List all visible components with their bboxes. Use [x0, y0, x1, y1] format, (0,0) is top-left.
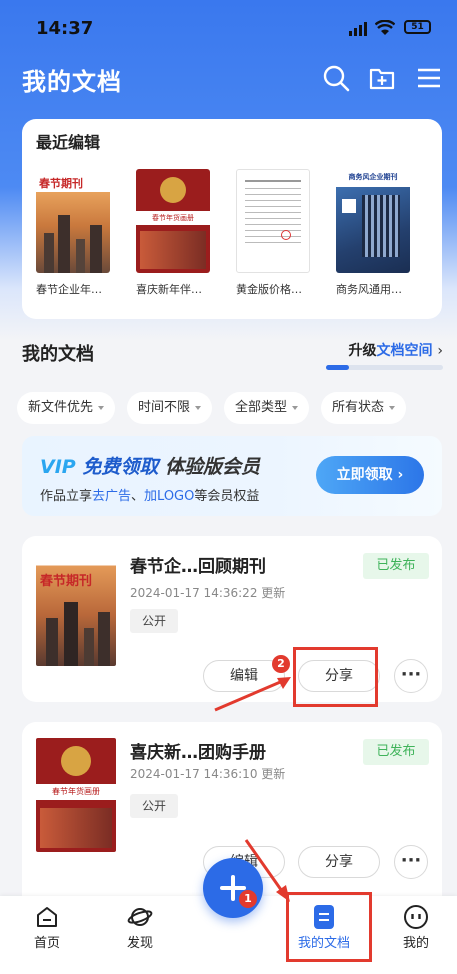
cover-thumbnail: 春节期刊 — [36, 169, 110, 273]
tab-label: 发现 — [126, 936, 153, 951]
annotation-arrow — [244, 839, 290, 902]
cover-title: 春节年货画册 — [36, 784, 116, 800]
recent-edits-card: 最近编辑 春节期刊 春节企业年… 春节年货画册 喜庆新年伴… 黄金版价格… 商务… — [22, 119, 442, 319]
tab-discover[interactable]: 发现 — [105, 902, 175, 951]
recent-item[interactable]: 黄金版价格… — [236, 169, 312, 297]
status-time: 14:37 — [36, 18, 94, 39]
more-options-icon[interactable]: ··· — [394, 845, 428, 879]
new-folder-icon[interactable] — [368, 64, 396, 92]
document-updated-time: 2024-01-17 14:36:10 更新 — [130, 767, 286, 781]
document-cover: 春节期刊 — [36, 552, 116, 666]
filter-label: 所有状态 — [332, 400, 385, 415]
vip-banner[interactable]: VIP 免费领取 体验版会员 作品立享去广告、加LOGO等会员权益 立即领取 › — [22, 436, 442, 516]
cover-title: 商务风企业期刊 — [348, 173, 398, 181]
recent-edits-title: 最近编辑 — [36, 133, 101, 152]
storage-usage-fill — [326, 365, 350, 370]
status-bar: 14:37 51 — [0, 0, 457, 58]
filter-label: 全部类型 — [235, 400, 288, 415]
upgrade-prefix: 升级 — [348, 343, 377, 359]
share-button[interactable]: 分享 — [298, 846, 380, 878]
recent-item-caption: 春节企业年… — [36, 283, 102, 296]
annotation-step-badge: 2 — [272, 655, 290, 673]
caret-down-icon — [292, 406, 299, 410]
annotation-arrow — [214, 677, 291, 712]
status-badge: 已发布 — [363, 553, 429, 579]
filter-type[interactable]: 全部类型 — [224, 392, 310, 424]
page-title: 我的文档 — [22, 68, 122, 96]
my-docs-title: 我的文档 — [22, 344, 94, 365]
recent-item-caption: 商务风通用… — [336, 283, 402, 296]
document-title: 喜庆新…团购手册 — [130, 743, 266, 763]
filter-label: 新文件优先 — [28, 400, 94, 415]
filter-bar: 新文件优先 时间不限 全部类型 所有状态 — [17, 392, 407, 424]
recent-item-caption: 喜庆新年伴… — [136, 283, 202, 296]
caret-down-icon — [389, 406, 396, 410]
tab-me[interactable]: 我的 — [381, 902, 451, 951]
vip-sub-suffix: 等会员权益 — [194, 489, 260, 504]
home-icon — [12, 902, 82, 932]
cover-thumbnail: 春节年货画册 — [136, 169, 210, 273]
chevron-right-icon: › — [437, 343, 443, 359]
wifi-icon — [374, 19, 396, 40]
recent-item[interactable]: 商务风企业期刊 商务风通用… — [336, 169, 412, 297]
vip-sub-separator: 、 — [131, 489, 145, 504]
face-icon — [381, 902, 451, 932]
document-updated-time: 2024-01-17 14:36:22 更新 — [130, 586, 286, 600]
recent-item[interactable]: 春节期刊 春节企业年… — [36, 169, 112, 297]
recent-item[interactable]: 春节年货画册 喜庆新年伴… — [136, 169, 212, 297]
battery-icon: 51 — [404, 20, 431, 34]
vip-headline-b: 体验版会员 — [164, 456, 260, 478]
annotation-highlight-share — [293, 647, 378, 707]
vip-sub-highlight: 加LOGO — [144, 489, 195, 504]
upgrade-highlight: 文档空间 — [376, 343, 433, 359]
vip-mark: VIP — [40, 456, 76, 478]
claim-now-button[interactable]: 立即领取 › — [316, 456, 424, 494]
cover-title: 春节期刊 — [39, 177, 83, 190]
cover-title: 春节年货画册 — [136, 211, 210, 225]
menu-icon[interactable] — [415, 64, 443, 92]
filter-status[interactable]: 所有状态 — [321, 392, 407, 424]
tab-label: 我的 — [402, 936, 429, 951]
cover-thumbnail: 商务风企业期刊 — [336, 169, 410, 273]
filter-sort[interactable]: 新文件优先 — [17, 392, 116, 424]
cover-title: 春节期刊 — [40, 574, 93, 589]
document-cover: 春节年货画册 — [36, 738, 116, 852]
tab-home[interactable]: 首页 — [12, 902, 82, 951]
more-options-icon[interactable]: ··· — [394, 659, 428, 693]
document-title: 春节企…回顾期刊 — [130, 557, 266, 577]
filter-time[interactable]: 时间不限 — [127, 392, 213, 424]
search-icon[interactable] — [322, 64, 350, 92]
signal-icon — [349, 22, 367, 36]
vip-headline: VIP 免费领取 体验版会员 — [40, 452, 260, 479]
upgrade-storage-link[interactable]: 升级文档空间 › — [349, 340, 443, 360]
visibility-badge: 公开 — [130, 609, 178, 633]
top-bar: 我的文档 — [0, 58, 457, 102]
caret-down-icon — [195, 406, 202, 410]
planet-icon — [105, 902, 175, 932]
vip-sub-highlight: 去广告 — [92, 489, 132, 504]
filter-label: 时间不限 — [138, 400, 191, 415]
tab-label: 首页 — [33, 936, 60, 951]
vip-sub-prefix: 作品立享 — [40, 489, 93, 504]
visibility-badge: 公开 — [130, 794, 178, 818]
storage-usage-bar — [326, 365, 443, 370]
vip-subtitle: 作品立享去广告、加LOGO等会员权益 — [40, 485, 259, 504]
recent-item-caption: 黄金版价格… — [236, 283, 302, 296]
vip-headline-a: 免费领取 — [82, 456, 159, 478]
status-badge: 已发布 — [363, 739, 429, 765]
caret-down-icon — [98, 406, 105, 410]
cover-thumbnail — [236, 169, 310, 273]
